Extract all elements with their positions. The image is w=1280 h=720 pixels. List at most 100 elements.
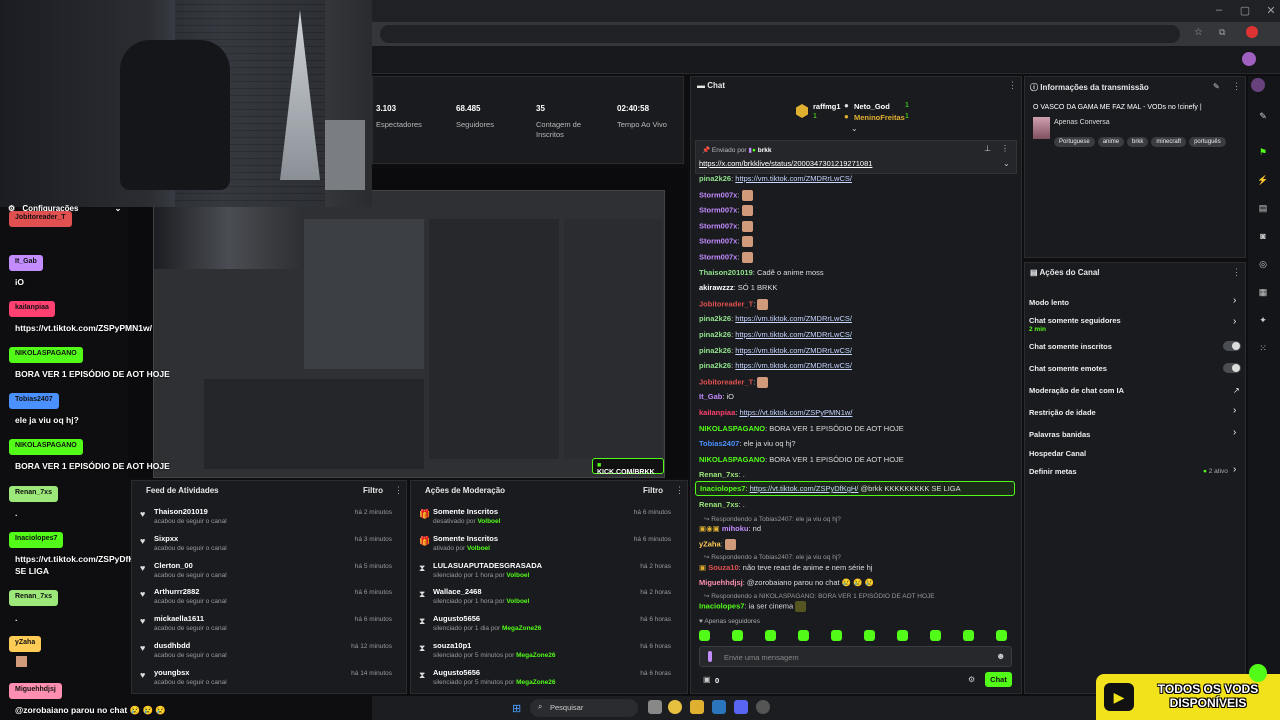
chat-user[interactable]: Storm007x	[699, 221, 737, 230]
chat-user[interactable]: Storm007x	[699, 252, 737, 261]
feed-item[interactable]: ♥ mickaella1611 acabou de seguir o canal há…	[132, 614, 402, 640]
stream-tag[interactable]: brkk	[1127, 137, 1149, 147]
more-icon[interactable]: ⋮	[1232, 267, 1241, 278]
toggle-switch[interactable]	[1223, 341, 1241, 351]
maximize-icon[interactable]: ▢	[1238, 4, 1252, 18]
broadcast-icon[interactable]: ◎	[1256, 259, 1270, 273]
chat-user[interactable]: pina2k26	[699, 314, 731, 323]
steam-icon[interactable]	[712, 700, 726, 714]
channel-action[interactable]: Chat somente emotes	[1029, 364, 1107, 373]
chat-user[interactable]: NIKOLASPAGANO	[699, 424, 765, 433]
feed-item[interactable]: ♥ Arthurrr2882 acabou de seguir o canal há …	[132, 587, 402, 613]
moderator-name[interactable]: MegaZone26	[502, 625, 541, 632]
chat-user[interactable]: Jobitoreader_T	[699, 299, 753, 308]
stream-tag[interactable]: anime	[1097, 137, 1125, 147]
taskbar-search[interactable]: ⌕ Pesquisar	[530, 699, 638, 717]
moderation-item[interactable]: ⧗ Augusto5656 silenciado por 1 dia por Meg…	[411, 614, 681, 640]
expand-icon[interactable]: ⌄	[851, 124, 858, 133]
more-icon[interactable]: ⋮	[675, 485, 684, 496]
feed-item[interactable]: ♥ youngbsx acabou de seguir o canal há 14 m…	[132, 668, 402, 694]
chat-user[interactable]: Jobitoreader_T	[699, 377, 753, 386]
moderation-item[interactable]: ⧗ Augusto5656 silenciado por 5 minutos por…	[411, 668, 681, 694]
chat-link[interactable]: https://vm.tiktok.com/ZMDRrLwCS/	[735, 346, 852, 355]
emote-icon[interactable]	[699, 630, 710, 641]
more-icon[interactable]: ⋮	[394, 485, 403, 496]
chat-user[interactable]: Thaison201019	[699, 268, 753, 277]
chat-input[interactable]: Envie uma mensagem ☻	[699, 646, 1012, 667]
chat-link[interactable]: https://vm.tiktok.com/ZMDRrLwCS/	[735, 174, 852, 183]
emote-icon[interactable]	[765, 630, 776, 641]
pinned-link[interactable]: https://x.com/brkklive/status/2000347301…	[699, 159, 872, 168]
chat-link[interactable]: https://vm.tiktok.com/ZMDRrLwCS/	[735, 361, 852, 370]
more-icon[interactable]: ⋮	[1232, 81, 1241, 92]
chat-user[interactable]: Miguehhdjsj	[699, 578, 743, 587]
chat-user[interactable]: It_Gab	[699, 392, 722, 401]
chat-user[interactable]: Inaciolopes7	[700, 484, 745, 493]
chat-user[interactable]: Souza10	[708, 563, 738, 572]
document-icon[interactable]: ▤	[1256, 203, 1270, 217]
emote-icon[interactable]	[996, 630, 1007, 641]
gear-icon[interactable]: ⚙	[968, 675, 975, 684]
moderation-item[interactable]: ⧗ Wallace_2468 silenciado por 1 hora por V…	[411, 587, 681, 613]
edit-icon[interactable]: ✎	[1256, 111, 1270, 125]
chat-user[interactable]: Storm007x	[699, 206, 737, 215]
stream-tag[interactable]: Portuguese	[1054, 137, 1095, 147]
chat-user[interactable]: mihoku	[722, 524, 749, 533]
chat-user[interactable]: Storm007x	[699, 190, 737, 199]
chat-user[interactable]: pina2k26	[699, 361, 731, 370]
chat-user[interactable]: pina2k26	[699, 330, 731, 339]
chat-link[interactable]: https://vm.tiktok.com/ZMDRrLwCS/	[735, 330, 852, 339]
stream-tag[interactable]: português	[1189, 137, 1226, 147]
mod-icon[interactable]: ⚑	[1256, 147, 1270, 161]
more-icon[interactable]: ⋮	[1001, 144, 1009, 153]
send-chat-button[interactable]: Chat	[985, 672, 1012, 687]
feed-item[interactable]: ♥ Thaison201019 acabou de seguir o canal há…	[132, 507, 402, 533]
unpin-icon[interactable]: ⊥	[984, 144, 991, 153]
channel-action[interactable]: Modo lento	[1029, 298, 1069, 307]
chat-user[interactable]: pina2k26	[699, 346, 731, 355]
emote-icon[interactable]	[930, 630, 941, 641]
chat-user[interactable]: akirawzzz	[699, 283, 734, 292]
stream-tag[interactable]: minecraft	[1151, 137, 1187, 147]
address-bar[interactable]	[380, 25, 1180, 43]
external-link-icon[interactable]: ↗	[1233, 386, 1240, 395]
moderator-name[interactable]: Volboel	[506, 598, 529, 605]
chat-user[interactable]: pina2k26	[699, 174, 731, 183]
channel-action[interactable]: Restrição de idade	[1029, 408, 1096, 417]
moderation-item[interactable]: 🎁 Somente Inscritos ativado por Volboel há …	[411, 534, 681, 560]
moderation-item[interactable]: ⧗ LULASUAPUTADESGRASADA silenciado por 1 h…	[411, 561, 681, 587]
moderator-name[interactable]: Volboel	[477, 518, 500, 525]
moderator-name[interactable]: Volboel	[506, 572, 529, 579]
filter-button[interactable]: Filtro	[643, 486, 663, 495]
obs-icon[interactable]	[756, 700, 770, 714]
feed-item[interactable]: ♥ Clerton_00 acabou de seguir o canal há 5 …	[132, 561, 402, 587]
feed-item[interactable]: ♥ dusdhbdd acabou de seguir o canal há 12 m…	[132, 641, 402, 667]
close-icon[interactable]: ✕	[1264, 4, 1278, 18]
feed-item[interactable]: ♥ Sixpxx acabou de seguir o canal há 3 minu…	[132, 534, 402, 560]
windows-start-icon[interactable]: ⊞	[512, 702, 521, 715]
channel-action[interactable]: Chat somente seguidores 2 min	[1029, 316, 1121, 333]
moderation-item[interactable]: 🎁 Somente Inscritos desativado por Volboel…	[411, 507, 681, 533]
chat-bubble-icon[interactable]: ◙	[1256, 231, 1270, 245]
apps-icon[interactable]: ⁙	[1256, 343, 1270, 357]
filter-button[interactable]: Filtro	[363, 486, 383, 495]
moderation-item[interactable]: ⧗ souza10p1 silenciado por 5 minutos por M…	[411, 641, 681, 667]
minimize-icon[interactable]: –	[1212, 4, 1226, 18]
kick-fab-icon[interactable]	[1249, 664, 1267, 682]
chat-user[interactable]: Storm007x	[699, 237, 737, 246]
file-explorer-icon[interactable]	[690, 700, 704, 714]
avatar[interactable]	[1251, 78, 1265, 92]
chat-link[interactable]: https://vm.tiktok.com/ZMDRrLwCS/	[735, 314, 852, 323]
chat-user[interactable]: Renan_7xs	[699, 500, 739, 509]
channel-action[interactable]: Hospedar Canal	[1029, 449, 1086, 458]
extensions-icon[interactable]: ⧉	[1219, 27, 1225, 38]
profile-avatar[interactable]	[1246, 26, 1258, 38]
channel-action[interactable]: Definir metas	[1029, 467, 1077, 476]
chat-link[interactable]: https://vt.tiktok.com/ZSPyDfKgH/	[750, 484, 859, 493]
discord-icon[interactable]	[734, 700, 748, 714]
emote-icon[interactable]	[798, 630, 809, 641]
toggle-switch[interactable]	[1223, 363, 1241, 373]
user-avatar[interactable]	[1242, 52, 1256, 66]
channel-action[interactable]: Moderação de chat com IA	[1029, 386, 1124, 395]
moderator-name[interactable]: Volboel	[467, 545, 490, 552]
